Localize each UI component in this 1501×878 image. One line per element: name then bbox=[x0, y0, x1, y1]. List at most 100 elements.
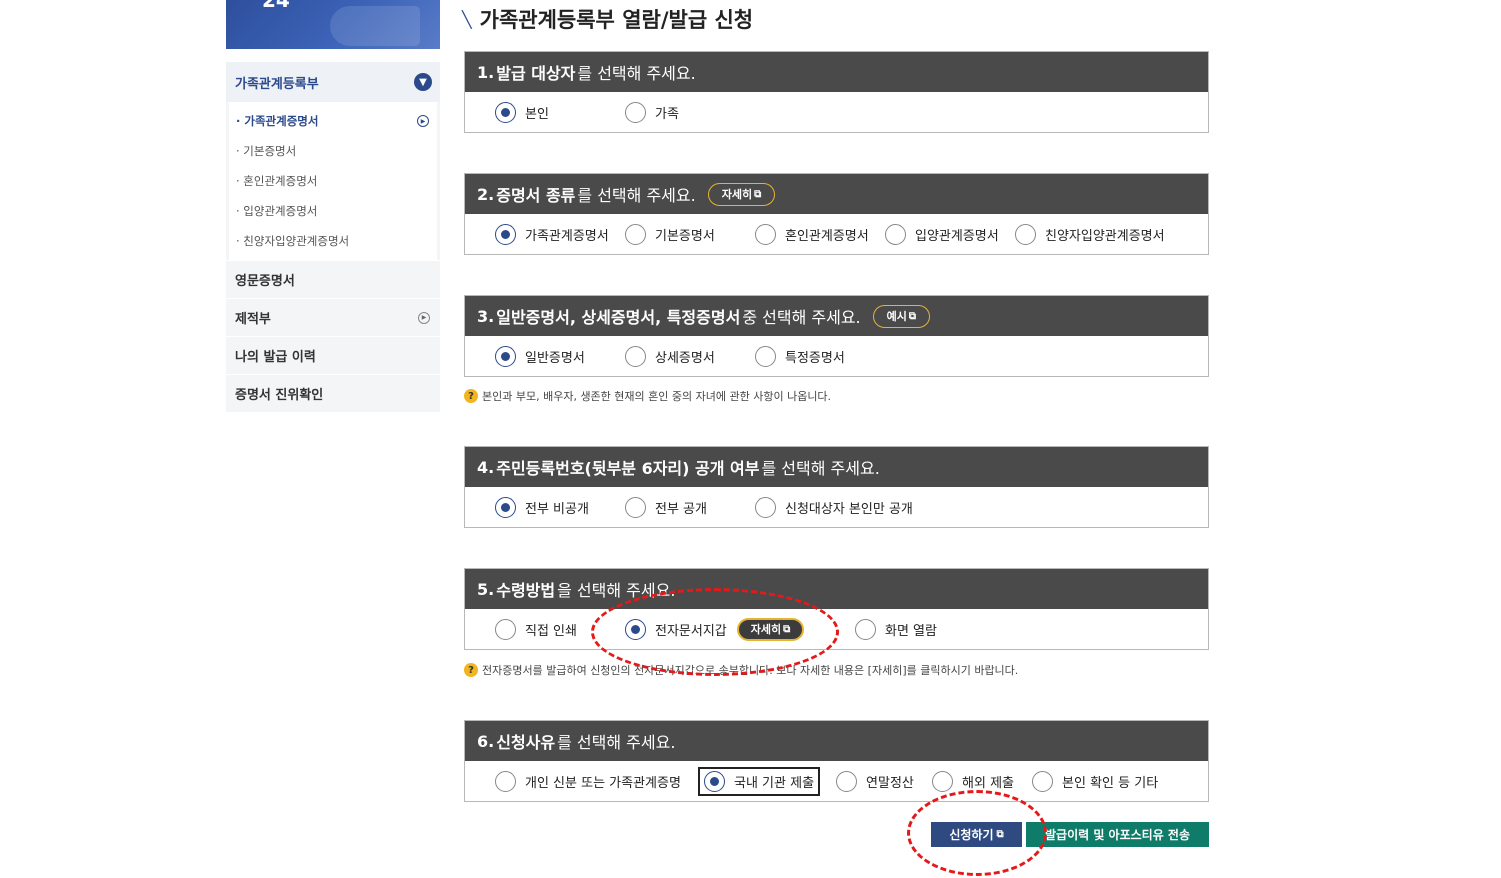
section-number: 1. bbox=[477, 62, 495, 82]
question-icon: ? bbox=[464, 389, 478, 403]
example-button-label: 예시 bbox=[886, 310, 907, 323]
section-reason: 6. 신청사유 를 선택해 주세요. 개인 신분 또는 가족관계증명 국내 기관… bbox=[464, 720, 1209, 802]
option-personal-identity[interactable]: 개인 신분 또는 가족관계증명 bbox=[495, 770, 698, 792]
option-adoption-cert[interactable]: 입양관계증명서 bbox=[885, 223, 1015, 245]
section-header: 6. 신청사유 를 선택해 주세요. bbox=[465, 721, 1208, 761]
option-self-only-public[interactable]: 신청대상자 본인만 공개 bbox=[755, 496, 913, 518]
radio-button[interactable] bbox=[1032, 770, 1054, 792]
external-link-icon: ⧉ bbox=[783, 623, 791, 635]
radio-button[interactable] bbox=[495, 770, 516, 792]
radio-button[interactable] bbox=[625, 345, 646, 367]
option-identity-other[interactable]: 본인 확인 등 기타 bbox=[1032, 770, 1159, 792]
section-heading-bold: 발급 대상자 bbox=[496, 64, 576, 83]
page-title: ╲ 가족관계등록부 열람/발급 신청 bbox=[462, 4, 753, 34]
option-domestic-agency[interactable]: 국내 기관 제출 bbox=[698, 766, 821, 796]
radio-button[interactable] bbox=[755, 496, 776, 518]
option-label: 본인 확인 등 기타 bbox=[1062, 775, 1159, 791]
sidebar-item-label: · 입양관계증명서 bbox=[236, 204, 318, 218]
option-label: 전부 비공개 bbox=[525, 501, 589, 517]
sidebar-item-full-adoption-cert[interactable]: · 친양자입양관계증명서 bbox=[229, 226, 437, 256]
option-all-private[interactable]: 전부 비공개 bbox=[495, 496, 625, 518]
option-specific-cert[interactable]: 특정증명서 bbox=[755, 345, 845, 367]
section-rrn-disclosure: 4. 주민등록번호(뒷부분 6자리) 공개 여부 를 선택해 주세요. 전부 비… bbox=[464, 446, 1209, 528]
section-number: 2. bbox=[477, 184, 495, 204]
sidebar-section-family-registry[interactable]: 가족관계등록부 ▼ bbox=[226, 62, 440, 102]
external-link-icon: ⧉ bbox=[996, 829, 1004, 840]
option-self[interactable]: 본인 bbox=[495, 101, 625, 123]
option-overseas[interactable]: 해외 제출 bbox=[932, 770, 1032, 792]
option-all-public[interactable]: 전부 공개 bbox=[625, 496, 755, 518]
option-label: 화면 열람 bbox=[885, 623, 937, 639]
radio-button[interactable] bbox=[885, 223, 906, 245]
sidebar-item-removed-registry[interactable]: 제적부 ▶ bbox=[226, 298, 440, 336]
radio-button[interactable] bbox=[495, 223, 516, 245]
section-options: 가족관계증명서 기본증명서 혼인관계증명서 입양관계증명서 친양자입양관계증명서 bbox=[465, 214, 1208, 254]
option-label: 특정증명서 bbox=[785, 350, 845, 366]
radio-button[interactable] bbox=[1015, 223, 1036, 245]
note-text: 본인과 부모, 배우자, 생존한 현재의 혼인 중의 자녀에 관한 사항이 나옵… bbox=[482, 390, 832, 403]
section-header: 3. 일반증명서, 상세증명서, 특정증명서 중 선택해 주세요. 예시 ⧉ bbox=[465, 296, 1208, 336]
section-5-note: ? 전자증명서를 발급하여 신청인의 전자문서지갑으로 송부합니다. 보다 자세… bbox=[464, 662, 1018, 678]
section-number: 5. bbox=[477, 579, 495, 599]
example-button[interactable]: 예시 ⧉ bbox=[872, 304, 931, 328]
sidebar-item-verify-cert[interactable]: 증명서 진위확인 bbox=[226, 374, 440, 412]
option-direct-print[interactable]: 직접 인쇄 bbox=[495, 618, 625, 640]
details-button[interactable]: 자세히 ⧉ bbox=[707, 182, 776, 206]
apply-button-label: 신청하기 bbox=[949, 828, 994, 842]
chevron-down-icon[interactable]: ▼ bbox=[414, 73, 432, 91]
option-detailed-cert[interactable]: 상세증명서 bbox=[625, 345, 755, 367]
send-apostille-button[interactable]: 발급이력 및 아포스티유 전송 bbox=[1026, 822, 1209, 847]
sidebar-item-adoption-cert[interactable]: · 입양관계증명서 bbox=[229, 196, 437, 226]
section-heading-rest: 중 선택해 주세요. bbox=[742, 308, 861, 327]
radio-button[interactable] bbox=[755, 223, 776, 245]
option-marriage-cert[interactable]: 혼인관계증명서 bbox=[755, 223, 885, 245]
radio-button[interactable] bbox=[755, 345, 776, 367]
sidebar-item-label: 영문증명서 bbox=[235, 274, 295, 289]
option-basic-cert[interactable]: 기본증명서 bbox=[625, 223, 755, 245]
option-family-cert[interactable]: 가족관계증명서 bbox=[495, 223, 625, 245]
radio-button[interactable] bbox=[855, 618, 876, 640]
option-family[interactable]: 가족 bbox=[625, 101, 679, 123]
title-marker-icon: ╲ bbox=[462, 9, 472, 29]
option-screen-view[interactable]: 화면 열람 bbox=[855, 618, 937, 640]
sidebar-item-basic-cert[interactable]: · 기본증명서 bbox=[229, 136, 437, 166]
radio-button[interactable] bbox=[704, 770, 725, 792]
sidebar-item-marriage-cert[interactable]: · 혼인관계증명서 bbox=[229, 166, 437, 196]
option-label: 국내 기관 제출 bbox=[734, 775, 815, 791]
option-label: 입양관계증명서 bbox=[915, 228, 999, 244]
sidebar-item-label: 나의 발급 이력 bbox=[235, 350, 316, 365]
sidebar: 가족관계등록부 ▼ · 가족관계증명서 ▶ · 기본증명서 · 혼인관계증명서 … bbox=[226, 62, 440, 412]
radio-button[interactable] bbox=[495, 345, 516, 367]
option-label: 본인 bbox=[525, 106, 549, 122]
sidebar-item-label: · 친양자입양관계증명서 bbox=[236, 234, 350, 248]
section-header: 5. 수령방법 을 선택해 주세요. bbox=[465, 569, 1208, 609]
e-wallet-details-button[interactable]: 자세히 ⧉ bbox=[736, 617, 805, 641]
radio-button[interactable] bbox=[625, 101, 646, 123]
option-e-wallet[interactable]: 전자문서지갑 자세히 ⧉ bbox=[625, 617, 855, 641]
sidebar-item-label: 증명서 진위확인 bbox=[235, 388, 324, 403]
sidebar-item-my-history[interactable]: 나의 발급 이력 bbox=[226, 336, 440, 374]
option-label: 혼인관계증명서 bbox=[785, 228, 869, 244]
radio-button[interactable] bbox=[836, 770, 858, 792]
sidebar-section-title: 가족관계등록부 bbox=[235, 76, 319, 92]
radio-button[interactable] bbox=[932, 770, 954, 792]
option-general-cert[interactable]: 일반증명서 bbox=[495, 345, 625, 367]
external-link-icon: ⧉ bbox=[908, 310, 917, 322]
option-label: 연말정산 bbox=[866, 775, 914, 791]
sidebar-item-english-cert[interactable]: 영문증명서 bbox=[226, 260, 440, 298]
option-full-adoption-cert[interactable]: 친양자입양관계증명서 bbox=[1015, 223, 1165, 245]
section-target: 1. 발급 대상자 를 선택해 주세요. 본인 가족 bbox=[464, 51, 1209, 133]
apply-button[interactable]: 신청하기 ⧉ bbox=[931, 822, 1022, 847]
radio-button[interactable] bbox=[495, 101, 516, 123]
option-year-end-settlement[interactable]: 연말정산 bbox=[836, 770, 932, 792]
sidebar-item-family-cert[interactable]: · 가족관계증명서 ▶ bbox=[229, 106, 437, 136]
radio-button[interactable] bbox=[625, 618, 646, 640]
radio-button[interactable] bbox=[495, 618, 516, 640]
option-label: 전부 공개 bbox=[655, 501, 707, 517]
radio-button[interactable] bbox=[625, 223, 646, 245]
banner-decoration bbox=[330, 6, 420, 46]
radio-button[interactable] bbox=[495, 496, 516, 518]
section-heading-rest: 를 선택해 주세요. bbox=[577, 64, 696, 83]
option-label: 직접 인쇄 bbox=[525, 623, 577, 639]
radio-button[interactable] bbox=[625, 496, 646, 518]
